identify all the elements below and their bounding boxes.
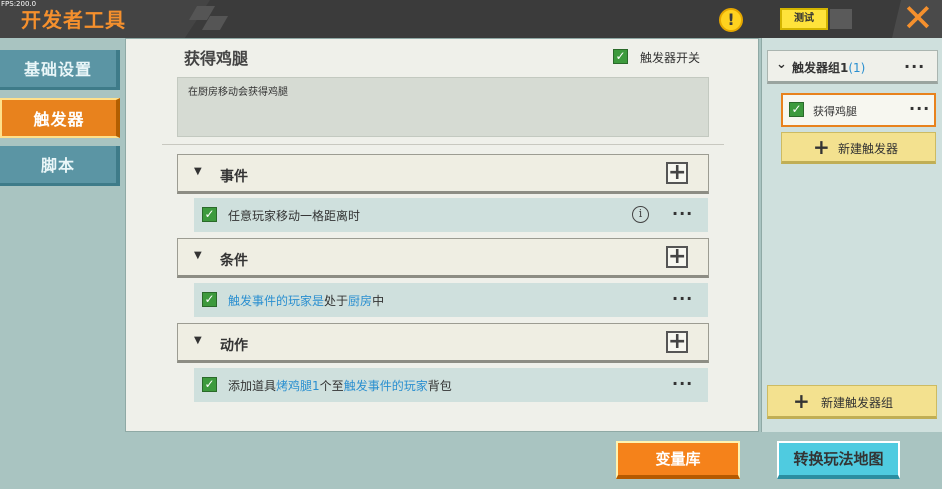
- trigger-list-item[interactable]: ✓ 获得鸡腿 ···: [781, 93, 936, 127]
- action-count-link[interactable]: 1: [312, 379, 320, 393]
- action-item-text: 添加道具烤鸡腿1个至触发事件的玩家背包: [228, 377, 452, 394]
- action-item[interactable]: ✓ 添加道具烤鸡腿1个至触发事件的玩家背包 ···: [194, 368, 708, 402]
- plus-icon: +: [793, 389, 810, 413]
- trigger-group-label: 触发器组1(1): [792, 59, 865, 76]
- condition-item-text: 触发事件的玩家是处于厨房中: [228, 292, 384, 309]
- more-options-icon[interactable]: ···: [904, 59, 925, 75]
- trigger-group-row[interactable]: ⌄ 触发器组1(1) ···: [767, 50, 938, 84]
- more-options-icon[interactable]: ···: [672, 291, 693, 307]
- add-action-icon[interactable]: +: [666, 331, 688, 353]
- condition-text: 中: [372, 294, 385, 308]
- trigger-editor-panel: 获得鸡腿 ✓ 触发器开关 在厨房移动会获得鸡腿 ▼ 事件 + ✓ 任意玩家移动一…: [125, 38, 759, 432]
- new-trigger-button[interactable]: + 新建触发器: [781, 132, 936, 164]
- new-trigger-group-label: 新建触发器组: [821, 396, 894, 410]
- section-event-label: 事件: [220, 169, 248, 185]
- condition-subject-link[interactable]: 触发事件的玩家: [228, 294, 312, 308]
- expand-arrow-icon[interactable]: ▼: [194, 335, 202, 346]
- test-toggle[interactable]: [830, 9, 852, 29]
- close-icon[interactable]: ✕: [902, 0, 934, 37]
- more-options-icon[interactable]: ···: [672, 376, 693, 392]
- section-condition-header[interactable]: ▼ 条件 +: [177, 238, 709, 278]
- nav-triggers[interactable]: 触发器: [0, 98, 120, 138]
- condition-item-checkbox[interactable]: ✓: [202, 292, 217, 307]
- trigger-group-count: (1): [848, 61, 866, 75]
- app-title: 开发者工具: [21, 8, 126, 32]
- nav-scripts[interactable]: 脚本: [0, 146, 120, 186]
- section-action-label: 动作: [220, 338, 248, 354]
- test-button[interactable]: 测试: [780, 8, 828, 30]
- condition-item[interactable]: ✓ 触发事件的玩家是处于厨房中 ···: [194, 283, 708, 317]
- trigger-switch-checkbox[interactable]: ✓: [613, 49, 628, 64]
- section-event-header[interactable]: ▼ 事件 +: [177, 154, 709, 194]
- event-item-checkbox[interactable]: ✓: [202, 207, 217, 222]
- trigger-name[interactable]: 获得鸡腿: [184, 45, 248, 69]
- plus-icon: +: [813, 135, 830, 159]
- expand-arrow-icon[interactable]: ▼: [194, 250, 202, 261]
- nav-basic-settings[interactable]: 基础设置: [0, 50, 120, 90]
- event-item-text: 任意玩家移动一格距离时: [228, 209, 361, 223]
- section-action-header[interactable]: ▼ 动作 +: [177, 323, 709, 363]
- switch-map-button[interactable]: 转换玩法地图: [777, 441, 900, 479]
- add-event-icon[interactable]: +: [666, 162, 688, 184]
- event-item[interactable]: ✓ 任意玩家移动一格距离时 i ···: [194, 198, 708, 232]
- trigger-list-panel: ⌄ 触发器组1(1) ··· ✓ 获得鸡腿 ··· + 新建触发器 + 新建触发…: [761, 38, 942, 432]
- new-trigger-group-button[interactable]: + 新建触发器组: [767, 385, 937, 419]
- new-trigger-label: 新建触发器: [838, 142, 899, 156]
- trigger-description-field[interactable]: 在厨房移动会获得鸡腿: [177, 77, 709, 137]
- action-item-link[interactable]: 烤鸡腿: [276, 379, 312, 393]
- action-text: 背包: [427, 379, 452, 393]
- condition-text: 处于: [324, 294, 349, 308]
- add-condition-icon[interactable]: +: [666, 246, 688, 268]
- condition-operator-link[interactable]: 是: [312, 294, 324, 308]
- action-text: 添加道具: [228, 379, 277, 393]
- condition-area-link[interactable]: 厨房: [348, 294, 372, 308]
- more-options-icon[interactable]: ···: [909, 101, 930, 117]
- trigger-item-label: 获得鸡腿: [813, 105, 857, 118]
- action-target-link[interactable]: 触发事件的玩家: [344, 379, 428, 393]
- action-text: 个至: [319, 379, 344, 393]
- expand-arrow-icon[interactable]: ▼: [194, 166, 202, 177]
- divider: [162, 144, 724, 145]
- trigger-switch-label: 触发器开关: [640, 51, 701, 65]
- trigger-item-checkbox[interactable]: ✓: [789, 102, 804, 117]
- variable-library-button[interactable]: 变量库: [616, 441, 740, 479]
- section-condition-label: 条件: [220, 253, 248, 269]
- action-item-checkbox[interactable]: ✓: [202, 377, 217, 392]
- more-options-icon[interactable]: ···: [672, 206, 693, 222]
- info-icon[interactable]: i: [632, 206, 649, 223]
- warning-icon[interactable]: !: [719, 8, 743, 32]
- chevron-down-icon[interactable]: ⌄: [776, 57, 787, 72]
- trigger-group-name: 触发器组1: [792, 61, 849, 75]
- trigger-description-text: 在厨房移动会获得鸡腿: [188, 87, 288, 98]
